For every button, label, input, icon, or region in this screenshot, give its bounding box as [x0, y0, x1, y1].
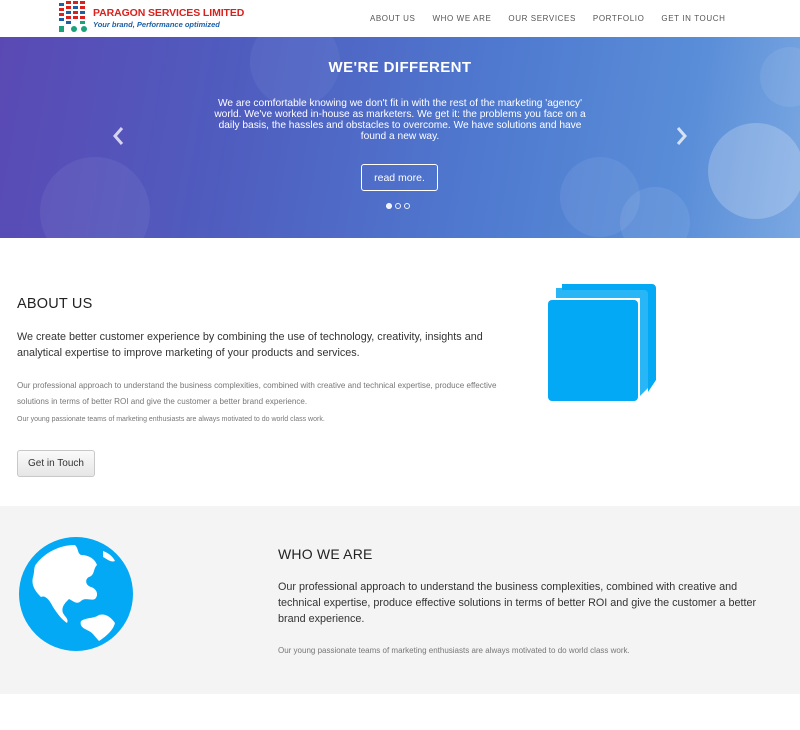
hero-text: We are comfortable knowing we don't fit … [214, 98, 586, 142]
who-we-are-section: WHO WE ARE Our professional approach to … [0, 506, 800, 694]
carousel-dot-3[interactable] [404, 203, 410, 209]
site-header: PARAGON SERVICES LIMITED Your brand, Per… [0, 0, 800, 37]
globe-icon [19, 537, 133, 651]
chevron-right-icon[interactable] [675, 125, 689, 147]
nav-item-about-us[interactable]: ABOUT US [361, 14, 424, 23]
book-icon [548, 284, 656, 401]
who-we-are-paragraph: Our young passionate teams of marketing … [278, 646, 630, 655]
nav-item-who-we-are[interactable]: WHO WE ARE [424, 14, 500, 23]
chevron-left-icon[interactable] [111, 125, 125, 147]
hero-title: WE'RE DIFFERENT [328, 59, 472, 76]
about-paragraph-2: Our young passionate teams of marketing … [17, 416, 325, 423]
who-we-are-title: WHO WE ARE [278, 546, 373, 562]
about-paragraph-1: Our professional approach to understand … [17, 381, 497, 406]
hero-bokeh [760, 47, 800, 107]
carousel-dot-2[interactable] [395, 203, 401, 209]
nav-item-get-in-touch[interactable]: GET IN TOUCH [653, 14, 734, 23]
nav-item-portfolio[interactable]: PORTFOLIO [584, 14, 652, 23]
brand-tagline: Your brand, Performance optimized [93, 20, 220, 29]
get-in-touch-button[interactable]: Get in Touch [17, 450, 95, 477]
about-title: ABOUT US [17, 296, 93, 312]
brand-name: PARAGON SERVICES LIMITED [93, 7, 245, 19]
main-nav: ABOUT US WHO WE ARE OUR SERVICES PORTFOL… [361, 0, 734, 37]
hero-carousel: WE'RE DIFFERENT We are comfortable knowi… [0, 37, 800, 238]
logo-mark-icon [59, 1, 87, 32]
read-more-button[interactable]: read more. [361, 164, 438, 191]
hero-bokeh [708, 123, 800, 219]
nav-item-our-services[interactable]: OUR SERVICES [500, 14, 585, 23]
about-section: ABOUT US We create better customer exper… [0, 238, 800, 506]
about-lead: We create better customer experience by … [17, 331, 483, 359]
brand-logo[interactable]: PARAGON SERVICES LIMITED Your brand, Per… [58, 1, 244, 35]
carousel-dot-1[interactable] [386, 203, 392, 209]
who-we-are-lead: Our professional approach to understand … [278, 581, 757, 625]
hero-bokeh [40, 157, 150, 238]
carousel-indicators [386, 203, 410, 209]
